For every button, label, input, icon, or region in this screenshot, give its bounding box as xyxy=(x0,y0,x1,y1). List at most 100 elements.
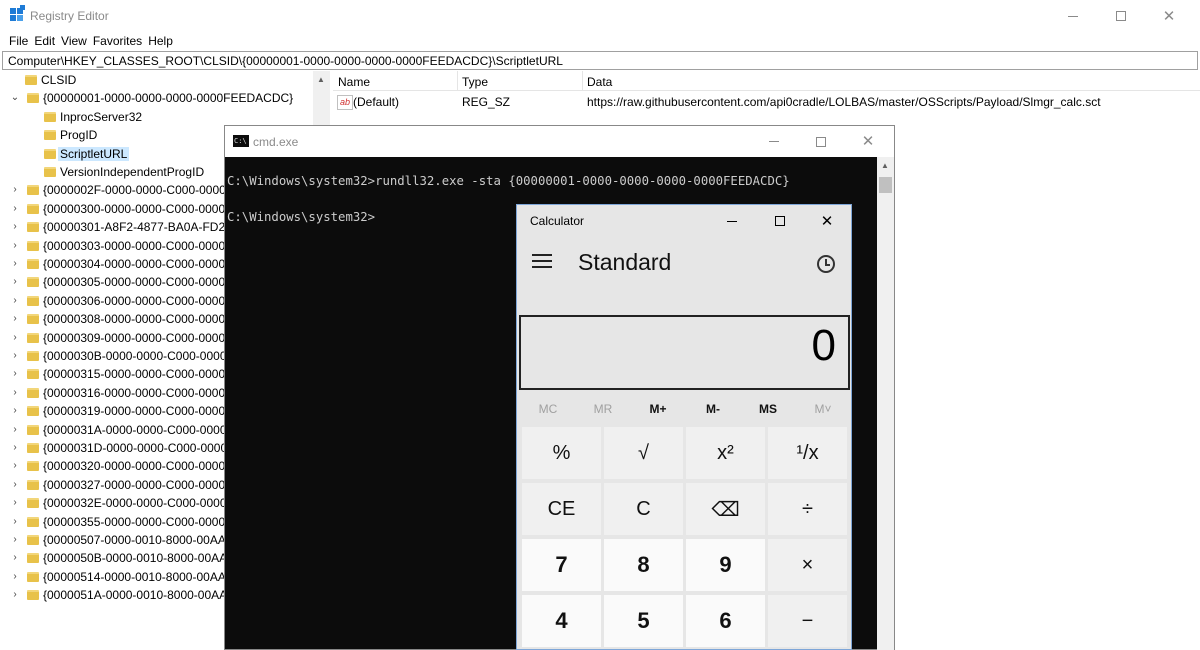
tree-item-label: {00000507-0000-0010-8000-00AA xyxy=(43,533,226,547)
square-button[interactable]: x² xyxy=(686,427,765,479)
scroll-up-arrow-icon[interactable]: ▲ xyxy=(881,161,889,170)
tree-item-label: {00000514-0000-0010-8000-00AA xyxy=(43,569,226,584)
cmd-close-button[interactable]: ✕ xyxy=(845,126,891,157)
calc-maximize-button[interactable] xyxy=(756,205,804,237)
hamburger-menu-icon[interactable] xyxy=(532,254,552,268)
value-name: (Default) xyxy=(353,95,400,109)
scrollbar-thumb[interactable] xyxy=(879,177,892,193)
reciprocal-button[interactable]: ¹/x xyxy=(768,427,847,479)
tree-item-label: {00000327-0000-0000-C000-0000 xyxy=(43,477,226,492)
chevron-right-icon[interactable]: › xyxy=(10,423,20,437)
chevron-right-icon[interactable]: › xyxy=(10,257,20,271)
divide-button[interactable]: ÷ xyxy=(768,483,847,535)
column-header-type[interactable]: Type xyxy=(462,75,488,89)
regedit-titlebar[interactable]: Registry Editor ✕ xyxy=(0,0,1200,32)
chevron-right-icon[interactable]: › xyxy=(10,459,20,473)
chevron-right-icon[interactable]: › xyxy=(10,478,20,492)
multiply-button[interactable]: × xyxy=(768,539,847,591)
menu-edit[interactable]: Edit xyxy=(31,32,58,51)
clear-entry-button[interactable]: CE xyxy=(522,483,601,535)
chevron-right-icon[interactable]: › xyxy=(10,312,20,326)
clear-button[interactable]: C xyxy=(604,483,683,535)
folder-icon xyxy=(27,277,39,288)
tree-item-label: {00000319-0000-0000-C000-0000 xyxy=(43,404,226,419)
chevron-right-icon[interactable]: › xyxy=(10,386,20,400)
console-line: C:\Windows\system32>rundll32.exe -sta {0… xyxy=(227,174,790,188)
chevron-right-icon[interactable]: › xyxy=(10,515,20,529)
memory-button[interactable]: M- xyxy=(687,402,739,416)
digit-9-button[interactable]: 9 xyxy=(686,539,765,591)
folder-icon xyxy=(27,332,39,343)
column-header-data[interactable]: Data xyxy=(587,75,612,89)
cmd-minimize-button[interactable] xyxy=(751,126,797,157)
chevron-right-icon[interactable]: › xyxy=(10,588,20,602)
digit-4-button[interactable]: 4 xyxy=(522,595,601,647)
tree-item[interactable]: CLSID xyxy=(0,71,330,89)
menu-file[interactable]: File xyxy=(6,32,31,51)
square-root-button[interactable]: √ xyxy=(604,427,683,479)
memory-button[interactable]: M˅ xyxy=(797,402,849,416)
menu-view[interactable]: View xyxy=(58,32,90,51)
folder-icon xyxy=(27,498,39,509)
folder-icon xyxy=(27,443,39,453)
calculator-display: 0 xyxy=(519,315,850,390)
chevron-right-icon[interactable]: › xyxy=(10,349,20,363)
backspace-button[interactable]: ⌫ xyxy=(686,483,765,535)
chevron-right-icon[interactable]: › xyxy=(10,496,20,510)
digit-5-button[interactable]: 5 xyxy=(604,595,683,647)
chevron-right-icon[interactable]: › xyxy=(10,404,20,418)
subtract-button[interactable]: − xyxy=(768,595,847,647)
calc-minimize-button[interactable] xyxy=(708,205,756,237)
tree-item[interactable]: InprocServer32 xyxy=(0,108,330,126)
maximize-button[interactable] xyxy=(1098,0,1144,32)
folder-icon xyxy=(44,130,56,141)
string-value-icon: ab xyxy=(337,95,353,110)
tree-item-label: ScriptletURL xyxy=(58,146,130,161)
chevron-right-icon[interactable]: › xyxy=(10,533,20,547)
menu-favorites[interactable]: Favorites xyxy=(90,32,145,51)
chevron-right-icon[interactable]: › xyxy=(10,220,20,234)
digit-6-button[interactable]: 6 xyxy=(686,595,765,647)
chevron-down-icon[interactable]: ⌄ xyxy=(10,91,20,105)
tree-item-label: {00000305-0000-0000-C000-0000 xyxy=(43,275,226,290)
chevron-right-icon[interactable]: › xyxy=(10,202,20,216)
tree-item-label: {0000031A-0000-0000-C000-0000 xyxy=(43,422,227,437)
memory-button[interactable]: M+ xyxy=(632,402,684,416)
column-header-name[interactable]: Name xyxy=(338,75,370,89)
digit-7-button[interactable]: 7 xyxy=(522,539,601,591)
tree-item-label: {00000001-0000-0000-0000-0000FEEDACDC} xyxy=(43,91,294,106)
memory-button[interactable]: MS xyxy=(742,402,794,416)
folder-icon xyxy=(27,424,39,435)
folder-icon xyxy=(27,461,39,472)
percent-button[interactable]: % xyxy=(522,427,601,479)
tree-item-label: CLSID xyxy=(41,73,77,87)
memory-button[interactable]: MR xyxy=(577,402,629,416)
close-button[interactable]: ✕ xyxy=(1146,0,1192,32)
menu-help[interactable]: Help xyxy=(145,32,176,51)
calc-close-button[interactable]: ✕ xyxy=(803,205,851,237)
address-bar[interactable]: Computer\HKEY_CLASSES_ROOT\CLSID\{000000… xyxy=(2,51,1198,70)
chevron-right-icon[interactable]: › xyxy=(10,294,20,308)
tree-item-label: InprocServer32 xyxy=(60,109,143,124)
chevron-right-icon[interactable]: › xyxy=(10,275,20,289)
tree-item[interactable]: ⌄ {00000001-0000-0000-0000-0000FEEDACDC} xyxy=(0,89,330,107)
scroll-up-arrow-icon[interactable]: ▲ xyxy=(317,75,325,84)
cmd-scrollbar[interactable]: ▲ xyxy=(877,157,894,650)
cmd-maximize-button[interactable] xyxy=(798,126,844,157)
cmd-titlebar[interactable]: C:\ cmd.exe ✕ xyxy=(225,126,894,157)
chevron-right-icon[interactable]: › xyxy=(10,331,20,345)
chevron-right-icon[interactable]: › xyxy=(10,551,20,565)
chevron-right-icon[interactable]: › xyxy=(10,570,20,584)
calculator-titlebar[interactable]: Calculator ✕ xyxy=(517,205,851,237)
chevron-right-icon[interactable]: › xyxy=(10,367,20,381)
digit-8-button[interactable]: 8 xyxy=(604,539,683,591)
chevron-right-icon[interactable]: › xyxy=(10,441,20,455)
list-item[interactable]: ab (Default) REG_SZ https://raw.githubus… xyxy=(333,93,1200,111)
history-icon[interactable] xyxy=(817,255,835,273)
chevron-right-icon[interactable]: › xyxy=(10,183,20,197)
tree-item-label: {0000031D-0000-0000-C000-0000 xyxy=(43,441,228,455)
memory-button[interactable]: MC xyxy=(522,402,574,416)
minimize-icon xyxy=(769,141,779,142)
chevron-right-icon[interactable]: › xyxy=(10,239,20,253)
minimize-button[interactable] xyxy=(1050,0,1096,32)
